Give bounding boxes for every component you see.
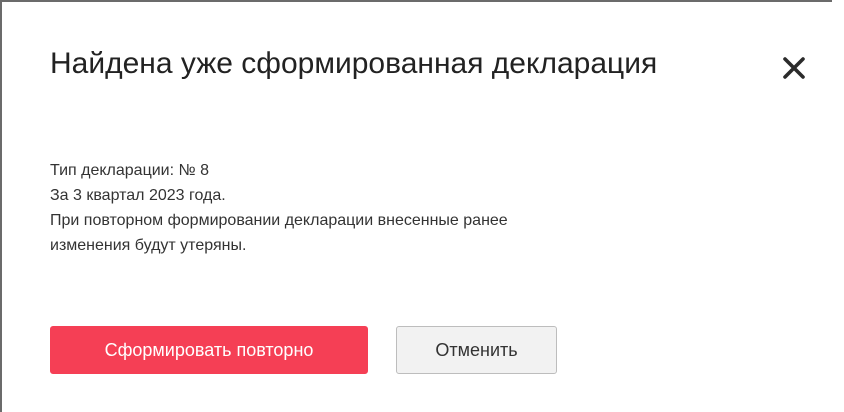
declaration-type-text: Тип декларации: № 8 xyxy=(50,162,209,179)
cancel-button[interactable]: Отменить xyxy=(396,326,557,374)
dialog-title: Найдена уже сформированная декларация xyxy=(50,47,658,80)
dialog-message: Тип декларации: № 8 За 3 квартал 2023 го… xyxy=(50,158,750,258)
close-button[interactable] xyxy=(772,46,816,90)
screenshot-frame: Найдена уже сформированная декларация Ти… xyxy=(0,0,844,412)
warning-text-line-2: изменения будут утеряны. xyxy=(50,237,247,254)
declaration-found-dialog: Найдена уже сформированная декларация Ти… xyxy=(2,2,832,412)
close-icon xyxy=(783,57,805,79)
declaration-period-text: За 3 квартал 2023 года. xyxy=(50,187,226,204)
regenerate-button[interactable]: Сформировать повторно xyxy=(50,326,368,374)
warning-text-line-1: При повторном формировании декларации вн… xyxy=(50,212,508,229)
